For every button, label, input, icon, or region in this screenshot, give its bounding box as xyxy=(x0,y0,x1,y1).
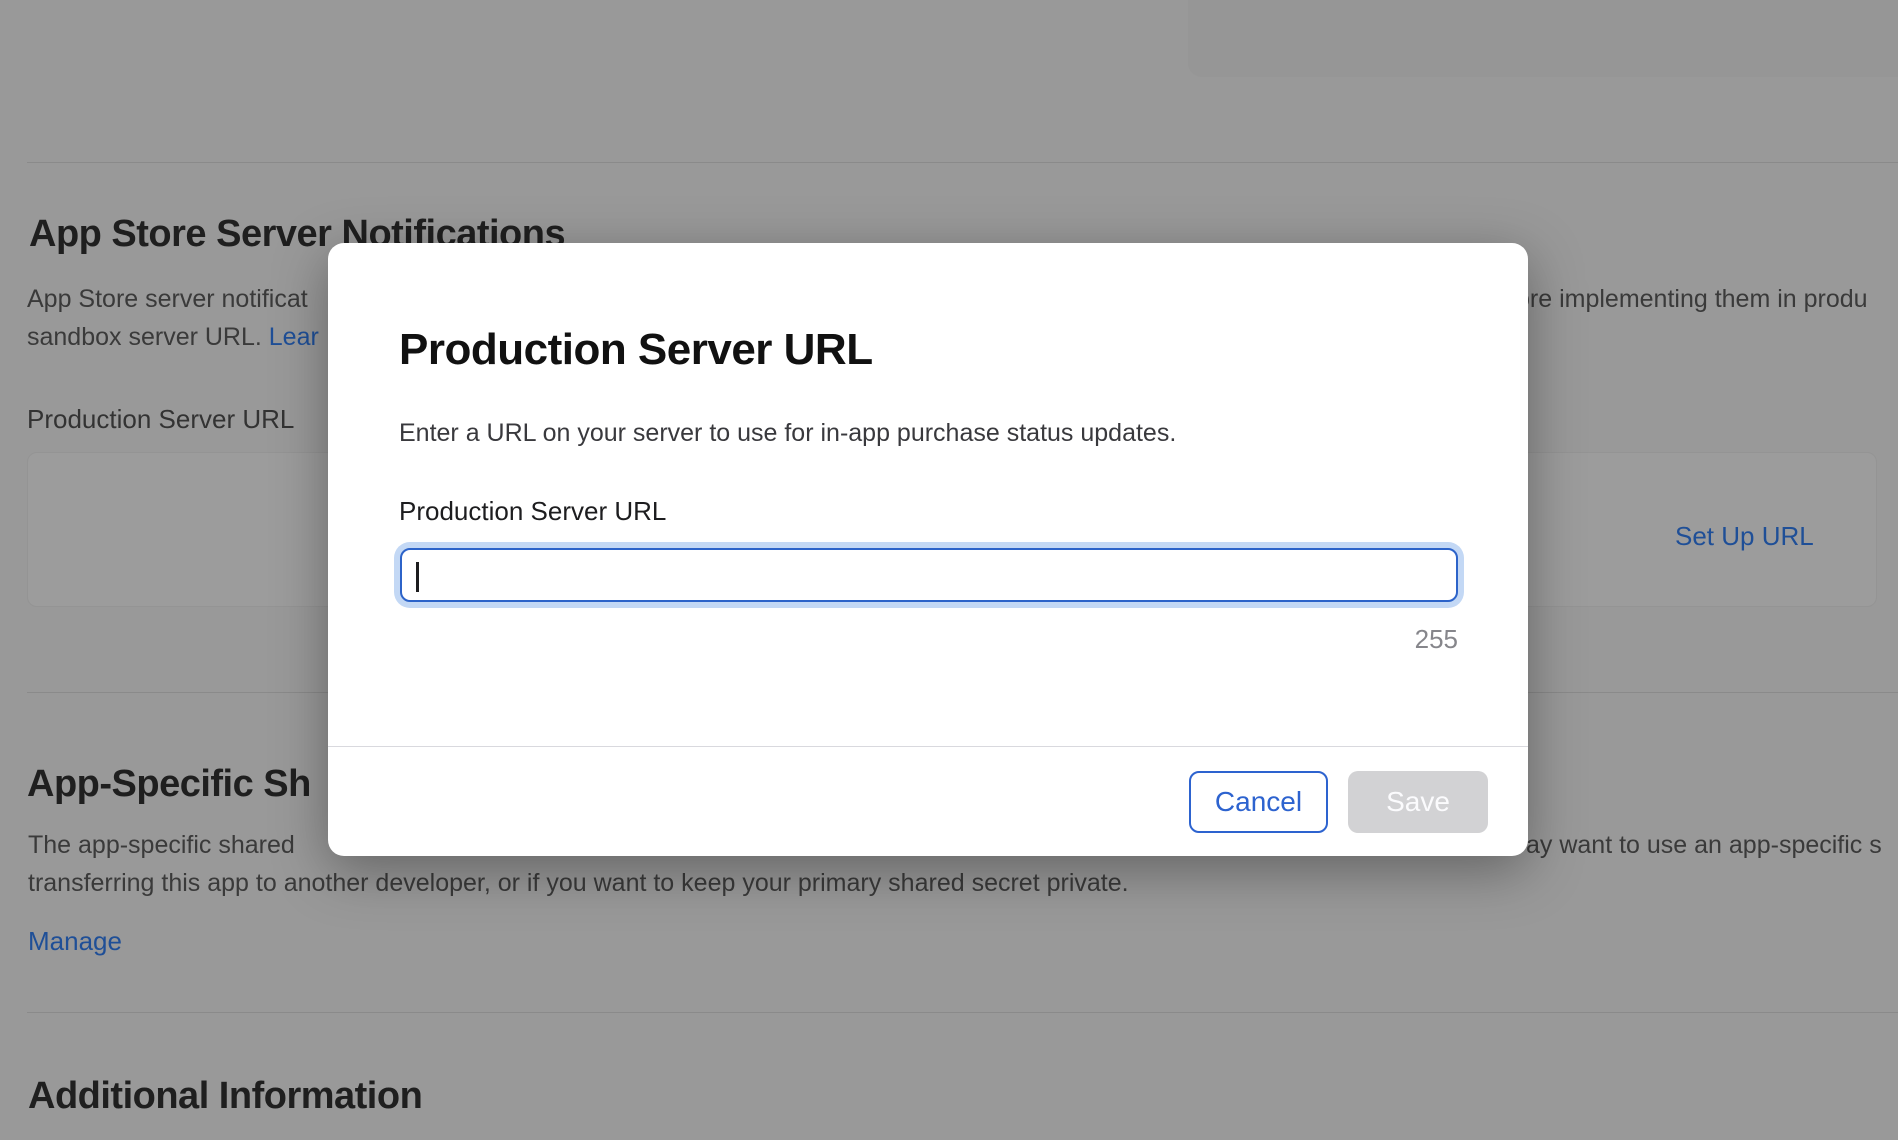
dialog-description: Enter a URL on your server to use for in… xyxy=(399,418,1176,448)
server-notifications-paragraph-left: App Store server notificat xyxy=(27,280,328,318)
set-up-url-link[interactable]: Set Up URL xyxy=(1675,521,1814,552)
shared-secret-paragraph-left: The app-specific shared xyxy=(28,826,328,864)
section-heading-app-specific-shared-secret: App-Specific Sh xyxy=(27,762,330,808)
section-heading-additional-information: Additional Information xyxy=(28,1074,1897,1120)
learn-more-link[interactable]: Lear xyxy=(269,323,319,351)
screen: App Store Server Notifications App Store… xyxy=(0,0,1898,1140)
production-server-url-row-label: Production Server URL xyxy=(27,404,294,435)
dialog-footer-divider xyxy=(328,746,1528,747)
shared-secret-paragraph-right: ay want to use an app-specific s xyxy=(1526,826,1898,864)
production-server-url-input[interactable] xyxy=(400,548,1458,602)
server-notifications-paragraph-line2: sandbox server URL. Lear xyxy=(27,318,328,356)
dialog-field-label: Production Server URL xyxy=(399,496,666,527)
manage-link[interactable]: Manage xyxy=(28,926,122,957)
text-caret xyxy=(416,562,419,592)
server-notifications-paragraph-right: ore implementing them in produ xyxy=(1516,280,1898,318)
section-divider xyxy=(27,162,1898,163)
character-count: 255 xyxy=(399,624,1458,655)
section-divider xyxy=(27,1012,1898,1013)
cancel-button[interactable]: Cancel xyxy=(1189,771,1328,833)
save-button[interactable]: Save xyxy=(1348,771,1488,833)
shared-secret-paragraph-line2: transferring this app to another develop… xyxy=(28,864,1878,902)
paragraph-text: sandbox server URL. xyxy=(27,323,269,351)
top-right-panel xyxy=(1188,0,1898,77)
dialog-title: Production Server URL xyxy=(399,324,873,377)
